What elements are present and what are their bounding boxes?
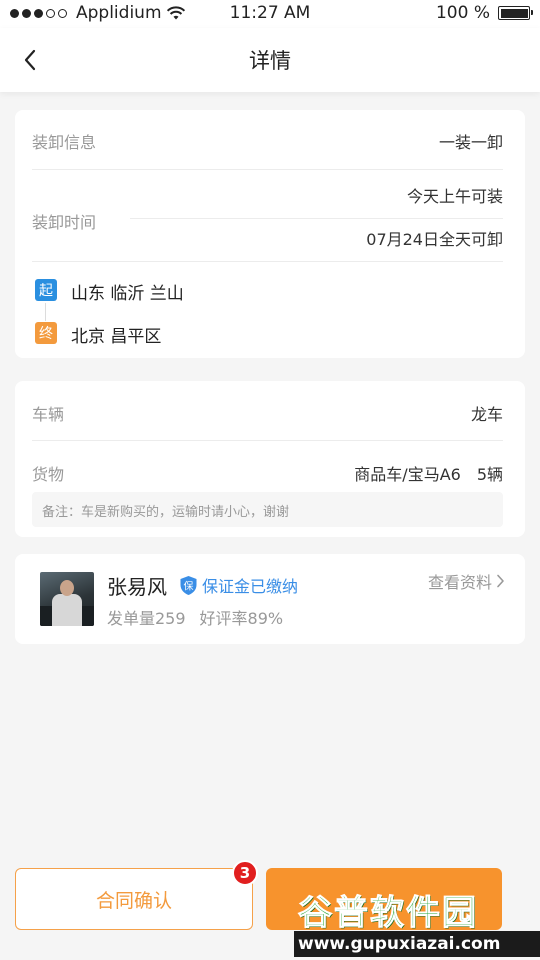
vehicle-label: 车辆 bbox=[32, 405, 65, 424]
view-profile-link[interactable]: 查看资料 bbox=[428, 569, 505, 593]
page-title: 详情 bbox=[249, 49, 291, 73]
view-profile-label: 查看资料 bbox=[427, 573, 492, 592]
goods-value: 商品车/宝马A6 5辆 bbox=[354, 465, 503, 484]
remark-note: 备注：车是新购买的，运输时请小心，谢谢 bbox=[32, 492, 503, 527]
shipper-name: 张易风 bbox=[107, 575, 167, 599]
site-watermark: 谷普软件园 www.gupuxiazai.com bbox=[294, 883, 540, 960]
loading-info-value: 一装一卸 bbox=[438, 133, 503, 152]
chevron-right-icon bbox=[497, 574, 504, 588]
deposit-badge-char: 保 bbox=[184, 579, 194, 592]
notification-badge: 3 bbox=[232, 860, 258, 886]
shield-icon: 保 bbox=[180, 575, 197, 595]
battery-icon bbox=[498, 6, 533, 20]
deposit-status: 保 保证金已缴纳 bbox=[179, 573, 298, 597]
order-count: 发单量259 bbox=[107, 609, 186, 628]
vehicle-value: 龙车 bbox=[470, 405, 503, 424]
destination-badge-icon: 终 bbox=[35, 322, 57, 344]
loading-info-label: 装卸信息 bbox=[32, 133, 97, 152]
cargo-card: 车辆 龙车 货物 商品车/宝马A6 5辆 备注：车是新购买的，运输时请小心，谢谢 bbox=[15, 381, 525, 537]
deposit-text: 保证金已缴纳 bbox=[202, 577, 299, 596]
unload-time-value: 07月24日全天可卸 bbox=[366, 230, 503, 249]
divider bbox=[130, 218, 503, 219]
watermark-title: 谷普软件园 bbox=[298, 893, 478, 934]
battery-percent: 100 % bbox=[435, 3, 490, 23]
divider bbox=[32, 261, 503, 262]
divider bbox=[32, 440, 503, 441]
origin-badge-icon: 起 bbox=[35, 279, 57, 301]
route-connector bbox=[45, 303, 46, 321]
avatar bbox=[40, 572, 94, 626]
origin-address: 山东 临沂 兰山 bbox=[71, 284, 184, 304]
shipper-stats: 发单量259 好评率89% bbox=[107, 605, 283, 629]
destination-address: 北京 昌平区 bbox=[71, 327, 162, 347]
loading-time-label: 装卸时间 bbox=[32, 213, 97, 232]
status-right: 100 % bbox=[435, 3, 533, 23]
contract-confirm-label: 合同确认 bbox=[95, 889, 172, 912]
status-bar: Applidium 11:27 AM 100 % bbox=[0, 0, 540, 28]
loading-info-card: 装卸信息 一装一卸 装卸时间 今天上午可装 07月24日全天可卸 起 山东 临沂… bbox=[15, 110, 525, 358]
load-time-value: 今天上午可装 bbox=[406, 187, 503, 206]
contract-confirm-button[interactable]: 合同确认 bbox=[15, 868, 253, 930]
good-rating: 好评率89% bbox=[199, 609, 284, 628]
divider bbox=[32, 169, 503, 170]
nav-bar: 详情 bbox=[0, 28, 540, 92]
watermark-url: www.gupuxiazai.com bbox=[294, 931, 540, 957]
goods-label: 货物 bbox=[32, 465, 65, 484]
shipper-card[interactable]: 张易风 保 保证金已缴纳 发单量259 好评率89% 查看资料 bbox=[15, 554, 525, 644]
